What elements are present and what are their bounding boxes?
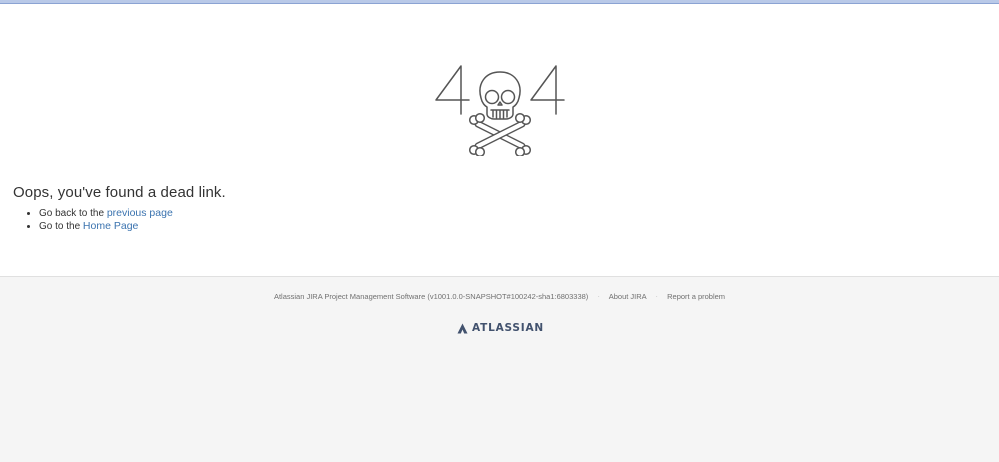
product-info-text: Atlassian JIRA Project Management Softwa… — [273, 292, 589, 301]
atlassian-logo[interactable]: ATLASSIAN — [457, 321, 544, 335]
report-problem-link[interactable]: Report a problem — [667, 292, 725, 301]
about-jira-link[interactable]: About JIRA — [609, 292, 647, 301]
skull-crossbones-404-icon — [435, 65, 565, 156]
previous-page-link[interactable]: previous page — [107, 207, 173, 219]
main-content: Oops, you've found a dead link. Go back … — [0, 4, 999, 276]
home-page-link[interactable]: Home Page — [83, 220, 138, 232]
logo-wordmark: ATLASSIAN — [472, 322, 544, 334]
page-footer: Atlassian JIRA Project Management Softwa… — [0, 276, 999, 462]
error-heading: Oops, you've found a dead link. — [13, 184, 226, 201]
atlassian-logo-icon — [457, 323, 468, 333]
footer-separator: · — [655, 292, 659, 301]
list-item-prefix: Go to the — [39, 221, 81, 232]
footer-links: Atlassian JIRA Project Management Softwa… — [0, 292, 999, 301]
list-item: Go to the Home Page — [39, 220, 173, 233]
list-item: Go back to the previous page — [39, 207, 173, 220]
footer-separator: · — [597, 292, 601, 301]
recovery-links: Go back to the previous page Go to the H… — [13, 207, 173, 233]
list-item-prefix: Go back to the — [39, 208, 105, 219]
